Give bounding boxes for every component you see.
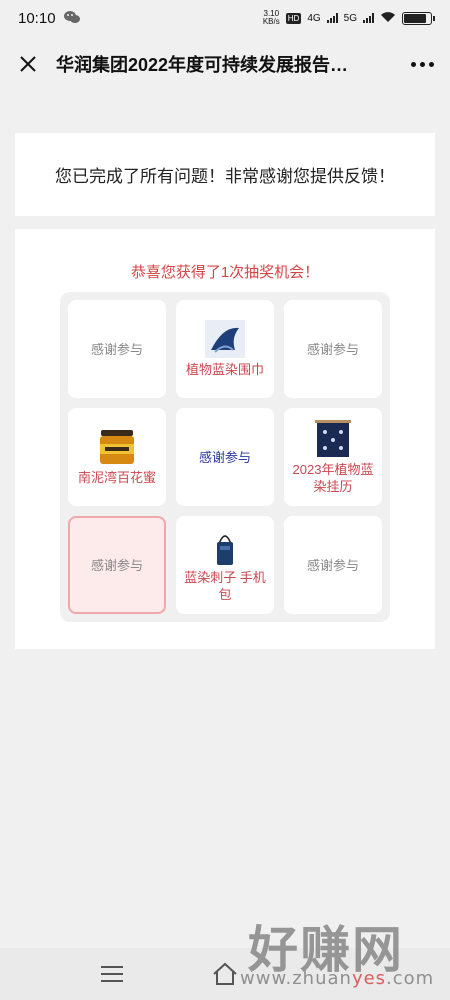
watermark-url: www.zhuanyes.com [240,968,434,989]
honey-jar-image [100,430,134,464]
completion-card: 您已完成了所有问题！非常感谢您提供反馈！ [15,133,435,216]
signal-icon [363,13,374,23]
home-icon[interactable] [212,962,238,986]
network-4g-label: 4G [307,12,321,24]
cell-label: 感谢参与 [90,341,143,357]
draw-button-label: 感谢参与 [198,449,251,465]
lottery-cell-thanks: 感谢参与 [284,516,382,614]
menu-icon[interactable] [101,966,123,982]
close-icon [20,56,36,72]
wifi-icon [380,11,396,26]
wechat-icon [63,10,80,27]
lottery-cell-prize-calendar: 2023年植物蓝染挂历 [284,408,382,506]
cell-label: 南泥湾百花蜜 [77,470,156,485]
more-button[interactable] [394,36,450,92]
scarf-image [205,320,245,358]
signal-icon [326,13,338,23]
net-speed: 3.10 KB/s [263,10,280,26]
lottery-cell-thanks: 感谢参与 [284,300,382,398]
cell-label: 感谢参与 [90,557,143,573]
close-button[interactable] [0,36,56,92]
cell-label: 植物蓝染围巾 [185,362,264,377]
more-dot-icon [428,61,434,67]
cell-label: 蓝染刺子 手机包 [184,569,266,602]
calendar-image [315,419,351,457]
cell-label: 2023年植物蓝染挂历 [292,461,374,494]
cell-label: 感谢参与 [306,341,359,357]
lottery-cell-prize-honey: 南泥湾百花蜜 [68,408,166,506]
net-speed-unit: KB/s [262,17,280,26]
cell-label: 感谢参与 [306,557,359,573]
lottery-card: 恭喜您获得了1次抽奖机会！ 感谢参与 植物蓝染围巾 感谢参与 南泥湾百花蜜 感谢… [15,229,435,649]
status-bar: 10:10 3.10 KB/s HD 4G 5G [0,0,450,36]
lottery-cell-prize-phone-bag: 蓝染刺子 手机包 [176,516,274,614]
watermark-url-suffix: .com [386,968,435,989]
network-5g-label: 5G [343,12,357,24]
hd-badge: HD [285,12,302,24]
lottery-grid: 感谢参与 植物蓝染围巾 感谢参与 南泥湾百花蜜 感谢参与 2023年植物蓝染挂历… [60,292,390,622]
watermark: 好赚网 www.zhuanyes.com [240,910,440,1000]
watermark-url-prefix: www.zhuan [240,968,352,989]
lottery-cell-thanks-active: 感谢参与 [68,516,166,614]
phone-bag-image [217,534,233,565]
lottery-cell-prize-scarf: 植物蓝染围巾 [176,300,274,398]
lottery-title: 恭喜您获得了1次抽奖机会！ [130,264,320,281]
status-time: 10:10 [18,9,56,27]
nav-bar: 华润集团2022年度可持续发展报告… [0,36,450,92]
lottery-draw-button[interactable]: 感谢参与 [176,408,274,506]
completion-message: 您已完成了所有问题！非常感谢您提供反馈！ [55,167,395,186]
more-dot-icon [419,61,425,67]
lottery-cell-thanks: 感谢参与 [68,300,166,398]
more-dot-icon [410,61,416,67]
watermark-url-accent: yes [351,968,387,989]
battery-icon [402,11,435,25]
page-title: 华润集团2022年度可持续发展报告… [56,55,349,75]
